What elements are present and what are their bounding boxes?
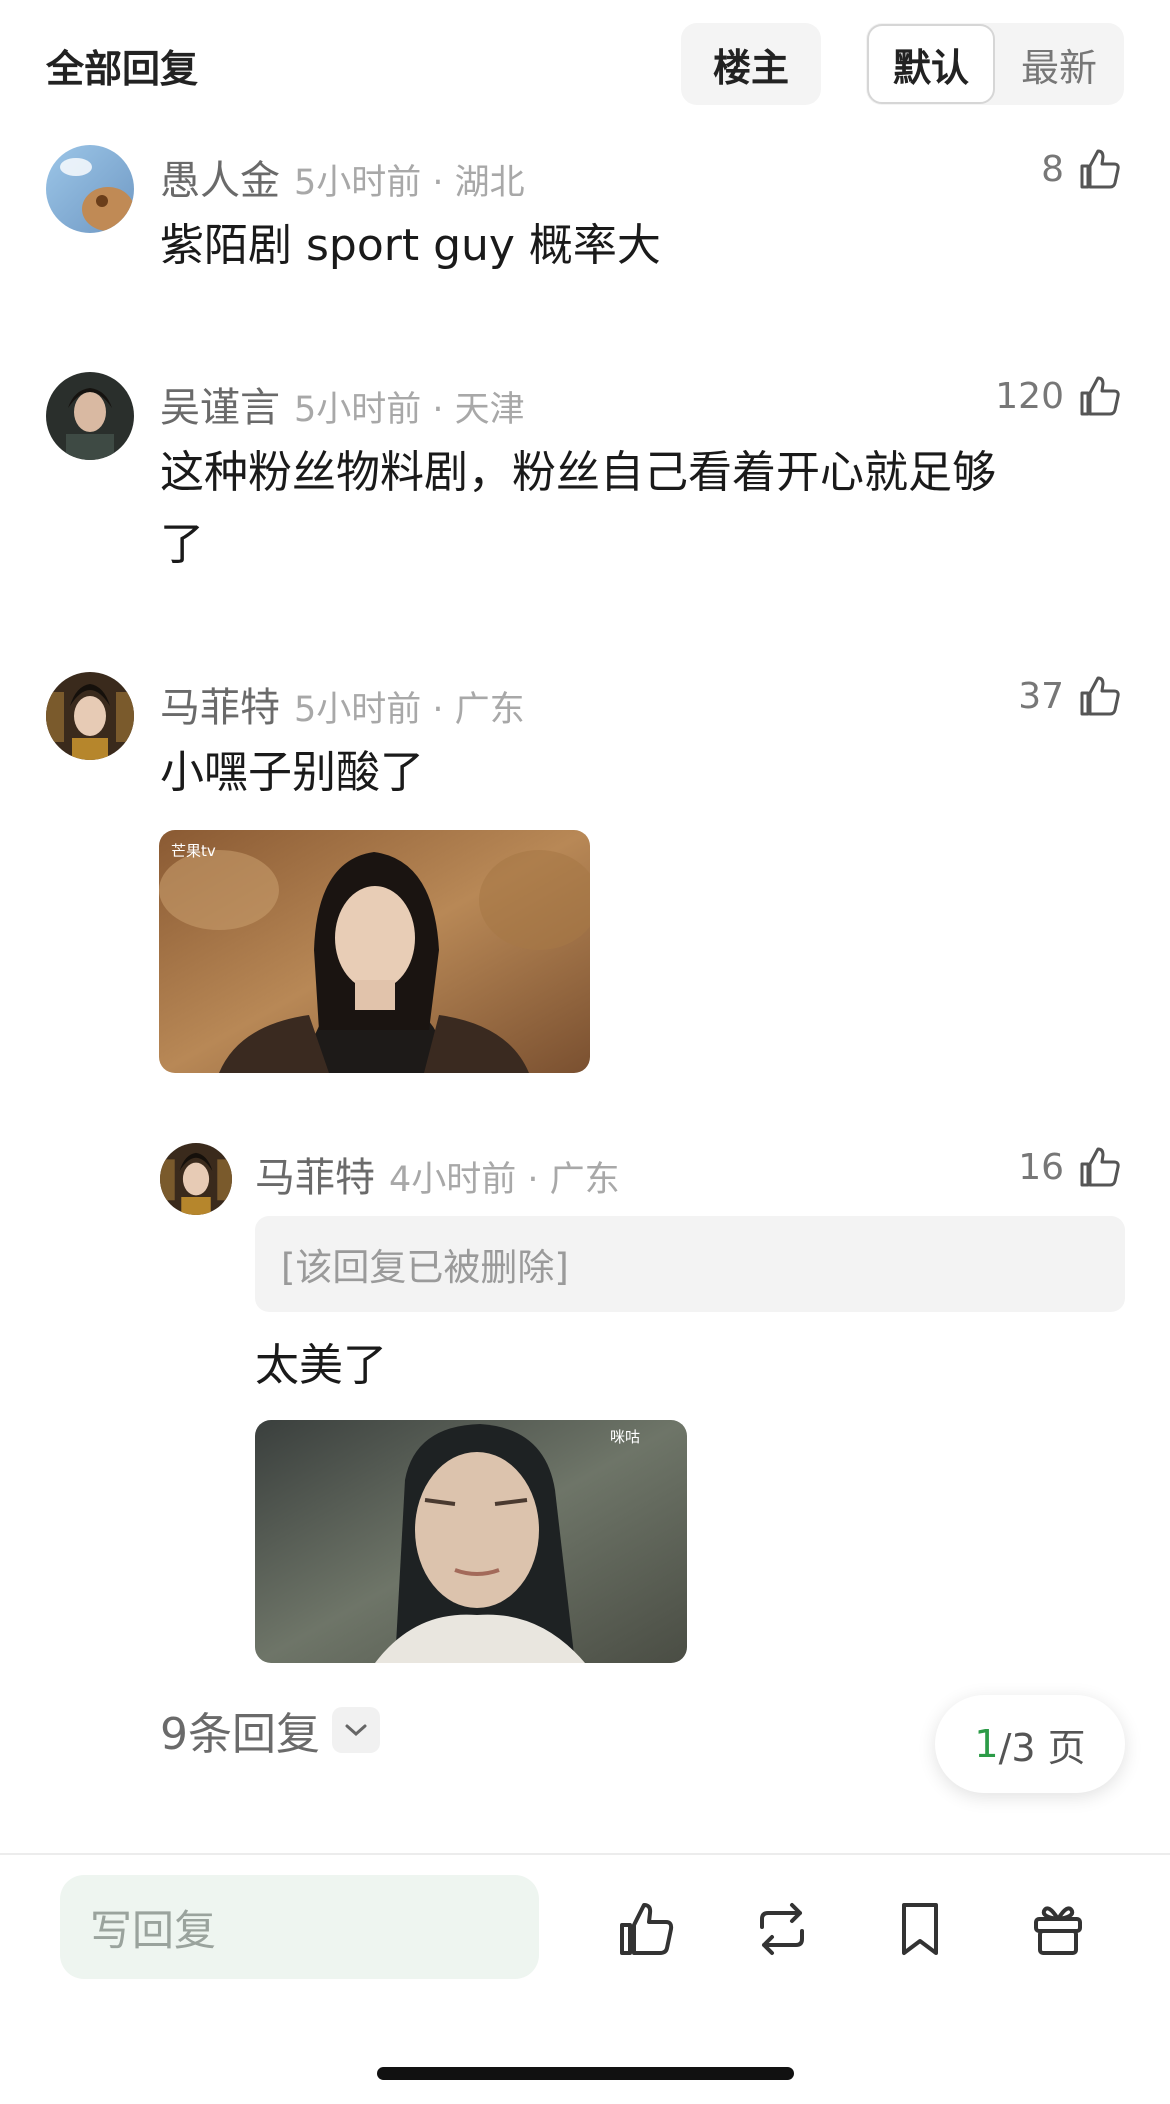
like-button[interactable]: 120 bbox=[995, 372, 1124, 420]
comment-text-line: 这种粉丝物料剧，粉丝自己看着开心就足够 bbox=[160, 447, 996, 498]
like-button[interactable]: 16 bbox=[1018, 1143, 1124, 1191]
like-icon[interactable] bbox=[614, 1897, 678, 1961]
avatar[interactable] bbox=[46, 145, 134, 233]
page-title: 全部回复 bbox=[46, 47, 199, 91]
op-only-button[interactable]: 楼主 bbox=[681, 23, 821, 105]
thumbs-up-icon bbox=[1080, 376, 1120, 416]
thumbs-up-icon bbox=[1080, 676, 1120, 716]
reply-meta: 马菲特 4小时前 · 广东 bbox=[255, 1145, 620, 1203]
page-total: /3 页 bbox=[998, 1725, 1086, 1770]
reply-author[interactable]: 马菲特 bbox=[255, 1155, 375, 1201]
gift-icon[interactable] bbox=[1026, 1897, 1090, 1961]
avatar[interactable] bbox=[46, 372, 134, 460]
avatar[interactable] bbox=[160, 1143, 232, 1215]
repost-icon[interactable] bbox=[750, 1897, 814, 1961]
reply-time: 4小时前 · 广东 bbox=[389, 1160, 620, 1200]
comment-text: 这种粉丝物料剧，粉丝自己看着开心就足够 了 bbox=[160, 437, 996, 581]
more-replies-label: 9条回复 bbox=[160, 1709, 320, 1760]
comment-image[interactable]: 芒果tv bbox=[159, 830, 590, 1073]
comment-time: 5小时前 · 天津 bbox=[294, 390, 525, 430]
thumbs-up-icon bbox=[1080, 1147, 1120, 1187]
comment-time: 5小时前 · 湖北 bbox=[294, 163, 525, 203]
bottom-toolbar: 写回复 bbox=[0, 1853, 1170, 2104]
like-count: 8 bbox=[1041, 148, 1064, 190]
quoted-deleted-reply: [该回复已被删除] bbox=[255, 1216, 1125, 1312]
image-watermark: 咪咕 bbox=[610, 1428, 640, 1446]
page-indicator[interactable]: 1/3 页 bbox=[935, 1695, 1125, 1793]
comment-time: 5小时前 · 广东 bbox=[294, 690, 525, 730]
chevron-down-icon bbox=[332, 1707, 380, 1753]
comment-text: 紫陌剧 sport guy 概率大 bbox=[160, 220, 661, 271]
like-count: 16 bbox=[1018, 1146, 1064, 1188]
sort-latest-button[interactable]: 最新 bbox=[995, 24, 1123, 104]
thumbs-up-icon bbox=[1080, 149, 1120, 189]
home-indicator[interactable] bbox=[377, 2067, 794, 2080]
like-button[interactable]: 8 bbox=[1041, 145, 1124, 193]
comment-author[interactable]: 吴谨言 bbox=[160, 385, 280, 431]
reply-text: 太美了 bbox=[255, 1340, 387, 1391]
like-count: 120 bbox=[995, 375, 1064, 417]
page-current: 1 bbox=[974, 1722, 999, 1766]
comment-author[interactable]: 马菲特 bbox=[160, 685, 280, 731]
reply-image[interactable]: 咪咕 bbox=[255, 1420, 687, 1663]
expand-replies-button[interactable]: 9条回复 bbox=[160, 1698, 380, 1762]
bookmark-icon[interactable] bbox=[888, 1897, 952, 1961]
like-count: 37 bbox=[1018, 675, 1064, 717]
like-button[interactable]: 37 bbox=[1018, 672, 1124, 720]
comment-meta: 马菲特 5小时前 · 广东 bbox=[160, 675, 525, 733]
image-watermark: 芒果tv bbox=[171, 842, 216, 860]
reply-header: 全部回复 楼主 默认 最新 bbox=[0, 0, 1170, 130]
comment-text-line: 了 bbox=[160, 519, 204, 570]
comment-author[interactable]: 愚人金 bbox=[160, 158, 280, 204]
comment-meta: 愚人金 5小时前 · 湖北 bbox=[160, 148, 525, 206]
comment-meta: 吴谨言 5小时前 · 天津 bbox=[160, 375, 525, 433]
avatar[interactable] bbox=[46, 672, 134, 760]
reply-input[interactable]: 写回复 bbox=[60, 1875, 539, 1979]
comment-text: 小嘿子别酸了 bbox=[160, 747, 424, 798]
sort-toggle: 默认 最新 bbox=[866, 23, 1124, 105]
sort-default-button[interactable]: 默认 bbox=[867, 24, 995, 104]
